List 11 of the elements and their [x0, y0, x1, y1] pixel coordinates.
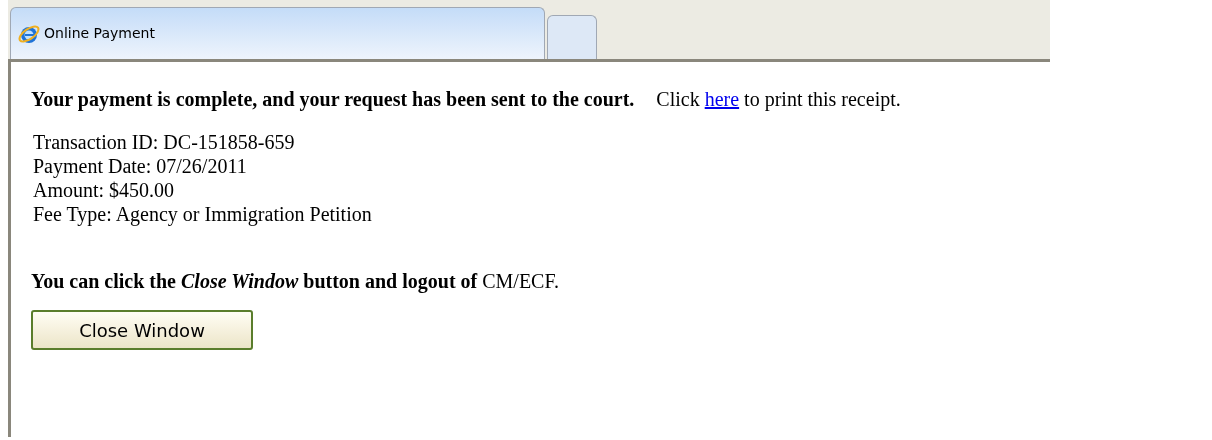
payment-detail: Transaction ID: DC-151858-659 [33, 130, 296, 154]
confirmation-message: Your payment is complete, and your request has been sent to the court. [31, 87, 635, 113]
payment-detail: Amount: $450.00 [33, 178, 176, 202]
print-receipt-text: Click here to print this receipt. [656, 87, 901, 113]
payment-detail: Payment Date: 07/26/2011 [33, 154, 248, 178]
browser-tab[interactable] [547, 15, 597, 59]
close-window-button[interactable]: Close Window [31, 310, 253, 350]
print-receipt-link[interactable]: here [704, 88, 740, 110]
instruction-text: You can click the Close Window button and logout of CM/ECF. [31, 270, 559, 292]
payment-detail: Fee Type: Agency or Immigration Petition [33, 202, 373, 226]
browser-tab[interactable]: Online Payment [10, 7, 545, 59]
